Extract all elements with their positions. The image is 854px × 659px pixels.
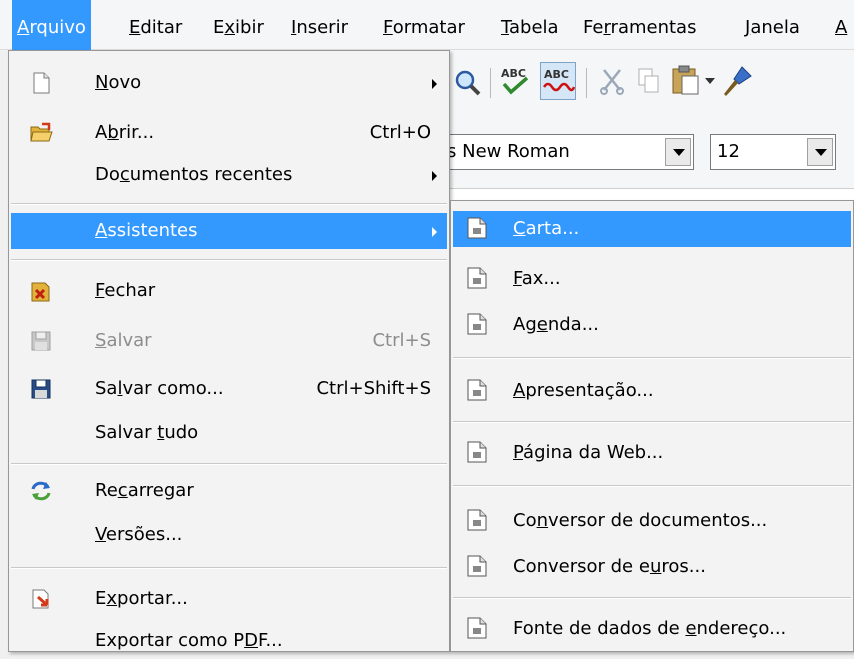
reload-icon <box>31 481 51 501</box>
menu-separator <box>453 485 851 487</box>
menu-item-versoes[interactable]: Versões... <box>11 517 447 553</box>
menu-item-recarregar[interactable]: Recarregar <box>11 473 447 509</box>
menu-janela[interactable]: Janela <box>740 0 805 50</box>
menu-item-pagina-web[interactable]: Página da Web... <box>453 435 851 471</box>
file-menu: Novo Abrir... Ctrl+O Documentos recentes… <box>8 50 450 652</box>
cut-icon[interactable] <box>598 66 628 96</box>
save-icon <box>31 331 51 351</box>
menu-editar[interactable]: Editar <box>124 0 187 50</box>
shortcut-label: Ctrl+Shift+S <box>316 378 431 399</box>
wizard-document-icon <box>467 555 487 577</box>
menu-item-salvar-tudo[interactable]: Salvar tudo <box>11 415 447 451</box>
toolbar-separator <box>490 68 491 98</box>
menu-separator <box>453 357 851 359</box>
save-as-icon <box>31 379 51 399</box>
menu-item-exportar-pdf[interactable]: Exportar como PDF... <box>11 623 447 659</box>
menu-separator <box>11 203 447 205</box>
font-size-value: 12 <box>717 141 740 162</box>
menu-item-apresentacao[interactable]: Apresentação... <box>453 373 851 409</box>
paste-icon[interactable] <box>670 64 702 96</box>
menu-ferramentas[interactable]: Ferramentas <box>578 0 701 50</box>
zoom-icon[interactable] <box>452 68 482 98</box>
menu-item-fax[interactable]: Fax... <box>453 261 851 297</box>
font-name-value: s New Roman <box>447 141 570 162</box>
menu-tabela[interactable]: Tabela <box>496 0 564 50</box>
font-name-combo[interactable]: s New Roman <box>440 134 694 170</box>
shortcut-label: Ctrl+S <box>372 330 431 351</box>
menu-separator <box>11 567 447 569</box>
toolbar-separator <box>586 68 587 98</box>
shortcut-label: Ctrl+O <box>369 122 431 143</box>
spellcheck-icon[interactable]: ABC <box>498 64 532 98</box>
export-icon <box>32 589 49 609</box>
menu-separator <box>453 597 851 599</box>
chevron-down-icon[interactable] <box>807 138 833 166</box>
menu-separator <box>453 421 851 423</box>
format-paintbrush-icon[interactable] <box>720 64 754 98</box>
submenu-arrow-icon <box>432 79 437 89</box>
menu-formatar[interactable]: Formatar <box>378 0 470 50</box>
autospellcheck-icon: ABC <box>542 68 576 92</box>
new-document-icon <box>33 72 50 94</box>
menu-ajuda[interactable]: A <box>830 0 852 50</box>
menu-item-assistentes[interactable]: Assistentes <box>11 213 447 249</box>
menu-item-carta[interactable]: Carta... <box>453 211 851 247</box>
wizard-document-icon <box>467 379 487 401</box>
wizard-document-icon <box>467 217 487 239</box>
menu-item-fechar[interactable]: Fechar <box>11 273 447 309</box>
menu-exibir[interactable]: Exibir <box>208 0 269 50</box>
wizards-submenu: Carta... Fax... Agenda... Apresentação..… <box>450 200 854 652</box>
menu-item-salvar-como[interactable]: Salvar como... Ctrl+Shift+S <box>11 371 447 407</box>
submenu-arrow-icon <box>432 171 437 181</box>
menu-item-salvar[interactable]: Salvar Ctrl+S <box>11 323 447 359</box>
menu-item-conversor-documentos[interactable]: Conversor de documentos... <box>453 503 851 539</box>
svg-text:ABC: ABC <box>501 67 526 80</box>
menu-item-conversor-euros[interactable]: Conversor de euros... <box>453 549 851 585</box>
wizard-document-icon <box>467 313 487 335</box>
chevron-down-icon[interactable] <box>665 138 691 166</box>
menu-item-fonte-dados-endereco[interactable]: Fonte de dados de endereço... <box>453 611 851 647</box>
open-folder-icon <box>30 122 53 142</box>
submenu-arrow-icon <box>432 227 437 237</box>
menu-item-abrir[interactable]: Abrir... Ctrl+O <box>11 115 447 151</box>
autospellcheck-button[interactable]: ABC <box>540 62 576 100</box>
menu-arquivo[interactable]: Arquivo <box>12 0 91 50</box>
menu-inserir[interactable]: Inserir <box>286 0 353 50</box>
wizard-document-icon <box>467 267 487 289</box>
copy-icon[interactable] <box>636 66 662 96</box>
menu-bar: Arquivo Editar Exibir Inserir Formatar T… <box>0 0 854 50</box>
wizard-document-icon <box>467 441 487 463</box>
menu-item-documentos-recentes[interactable]: Documentos recentes <box>11 157 447 193</box>
wizard-document-icon <box>467 617 487 639</box>
close-document-icon <box>31 282 50 302</box>
menu-item-novo[interactable]: Novo <box>11 65 447 101</box>
menu-item-agenda[interactable]: Agenda... <box>453 307 851 343</box>
font-size-combo[interactable]: 12 <box>710 134 836 170</box>
menu-separator <box>11 463 447 465</box>
svg-text:ABC: ABC <box>544 68 569 81</box>
wizard-document-icon <box>467 509 487 531</box>
menu-separator <box>11 259 447 261</box>
paste-dropdown-icon[interactable] <box>704 76 716 86</box>
menu-item-exportar[interactable]: Exportar... <box>11 581 447 617</box>
